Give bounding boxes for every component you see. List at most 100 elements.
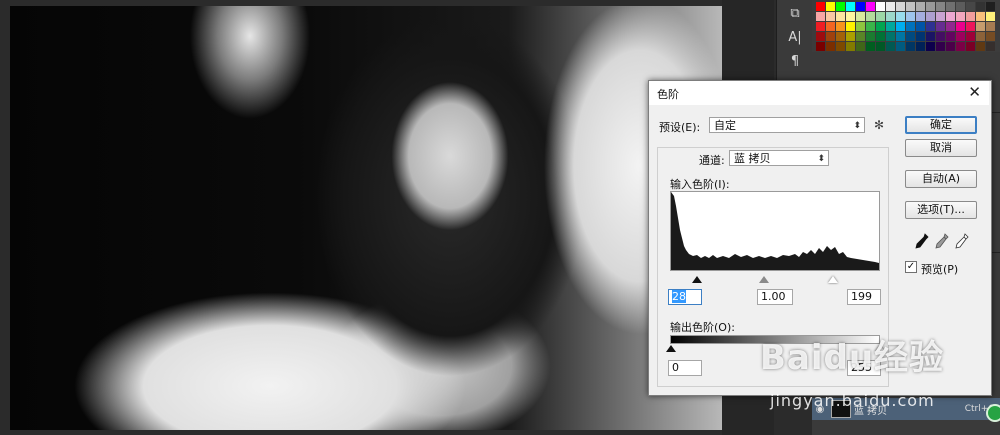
color-swatch[interactable]: [826, 32, 835, 41]
preview-checkbox[interactable]: ✓: [905, 261, 917, 273]
color-swatch[interactable]: [986, 42, 995, 51]
color-swatch[interactable]: [976, 22, 985, 31]
color-swatch[interactable]: [936, 2, 945, 11]
color-swatch[interactable]: [936, 32, 945, 41]
color-swatch[interactable]: [856, 2, 865, 11]
color-swatch[interactable]: [886, 12, 895, 21]
color-swatch[interactable]: [976, 32, 985, 41]
color-swatch[interactable]: [826, 42, 835, 51]
input-white-field[interactable]: 199: [847, 289, 881, 305]
color-swatch[interactable]: [896, 2, 905, 11]
color-swatch[interactable]: [866, 42, 875, 51]
color-swatch[interactable]: [856, 22, 865, 31]
color-swatch[interactable]: [866, 32, 875, 41]
color-swatch[interactable]: [886, 22, 895, 31]
color-swatch[interactable]: [886, 2, 895, 11]
color-swatch[interactable]: [816, 22, 825, 31]
color-swatch[interactable]: [946, 22, 955, 31]
color-swatch[interactable]: [936, 12, 945, 21]
input-gamma-field[interactable]: 1.00: [757, 289, 793, 305]
input-white-handle[interactable]: [828, 276, 838, 283]
color-swatch[interactable]: [846, 12, 855, 21]
ok-button[interactable]: 确定: [905, 116, 977, 134]
color-swatch[interactable]: [896, 42, 905, 51]
output-black-field[interactable]: 0: [668, 360, 702, 376]
color-swatch[interactable]: [836, 42, 845, 51]
color-swatch[interactable]: [876, 2, 885, 11]
color-swatch[interactable]: [926, 32, 935, 41]
dialog-titlebar[interactable]: 色阶 ✕: [649, 81, 989, 105]
color-swatch[interactable]: [966, 42, 975, 51]
color-swatch[interactable]: [906, 2, 915, 11]
color-swatch[interactable]: [886, 32, 895, 41]
channel-select[interactable]: 蓝 拷贝 ⬍: [729, 150, 829, 166]
color-swatch[interactable]: [816, 32, 825, 41]
white-point-eyedropper-icon[interactable]: [955, 233, 969, 249]
color-swatch[interactable]: [846, 2, 855, 11]
color-swatch[interactable]: [816, 12, 825, 21]
color-swatch[interactable]: [976, 12, 985, 21]
color-swatch[interactable]: [946, 42, 955, 51]
color-swatch[interactable]: [836, 2, 845, 11]
auto-button[interactable]: 自动(A): [905, 170, 977, 188]
color-swatch[interactable]: [876, 32, 885, 41]
color-swatch[interactable]: [916, 22, 925, 31]
color-swatch[interactable]: [956, 32, 965, 41]
color-swatch[interactable]: [956, 42, 965, 51]
color-swatch[interactable]: [926, 22, 935, 31]
paragraph-icon[interactable]: ¶: [783, 52, 807, 72]
color-swatch[interactable]: [916, 42, 925, 51]
color-swatch[interactable]: [876, 42, 885, 51]
color-swatch[interactable]: [856, 42, 865, 51]
color-swatch[interactable]: [986, 22, 995, 31]
cancel-button[interactable]: 取消: [905, 139, 977, 157]
color-swatch[interactable]: [966, 32, 975, 41]
input-levels-slider[interactable]: [670, 276, 880, 284]
input-gamma-handle[interactable]: [759, 276, 769, 283]
color-swatch[interactable]: [866, 22, 875, 31]
color-swatch[interactable]: [846, 42, 855, 51]
color-swatch[interactable]: [836, 22, 845, 31]
color-swatch[interactable]: [946, 32, 955, 41]
color-swatch[interactable]: [936, 42, 945, 51]
color-swatch[interactable]: [906, 32, 915, 41]
color-swatch[interactable]: [916, 32, 925, 41]
color-swatch[interactable]: [856, 32, 865, 41]
color-swatch[interactable]: [906, 22, 915, 31]
color-swatch[interactable]: [816, 42, 825, 51]
color-swatch[interactable]: [936, 22, 945, 31]
color-swatch[interactable]: [836, 12, 845, 21]
color-swatch[interactable]: [976, 42, 985, 51]
clone-source-icon[interactable]: ⧉: [783, 4, 807, 24]
options-button[interactable]: 选项(T)...: [905, 201, 977, 219]
color-swatch[interactable]: [826, 22, 835, 31]
color-swatch[interactable]: [836, 32, 845, 41]
color-swatch[interactable]: [896, 12, 905, 21]
input-black-handle[interactable]: [692, 276, 702, 283]
color-swatch[interactable]: [926, 42, 935, 51]
color-swatch[interactable]: [846, 22, 855, 31]
color-swatch[interactable]: [886, 42, 895, 51]
color-swatch[interactable]: [856, 12, 865, 21]
color-swatch[interactable]: [926, 12, 935, 21]
output-black-handle[interactable]: [666, 345, 676, 352]
color-swatch[interactable]: [956, 2, 965, 11]
color-swatch[interactable]: [896, 22, 905, 31]
color-swatch[interactable]: [816, 2, 825, 11]
gear-icon[interactable]: ✻: [874, 118, 884, 132]
color-swatch[interactable]: [946, 2, 955, 11]
color-swatch[interactable]: [986, 12, 995, 21]
color-swatch[interactable]: [966, 12, 975, 21]
color-swatch[interactable]: [876, 12, 885, 21]
color-swatch[interactable]: [986, 2, 995, 11]
color-swatch[interactable]: [916, 12, 925, 21]
color-swatch[interactable]: [966, 2, 975, 11]
gray-point-eyedropper-icon[interactable]: [935, 233, 949, 249]
black-point-eyedropper-icon[interactable]: [915, 233, 929, 249]
color-swatch[interactable]: [916, 2, 925, 11]
color-swatch[interactable]: [906, 12, 915, 21]
preset-select[interactable]: 自定 ⬍: [709, 117, 865, 133]
color-swatch[interactable]: [826, 12, 835, 21]
color-swatch[interactable]: [956, 22, 965, 31]
color-swatch[interactable]: [826, 2, 835, 11]
